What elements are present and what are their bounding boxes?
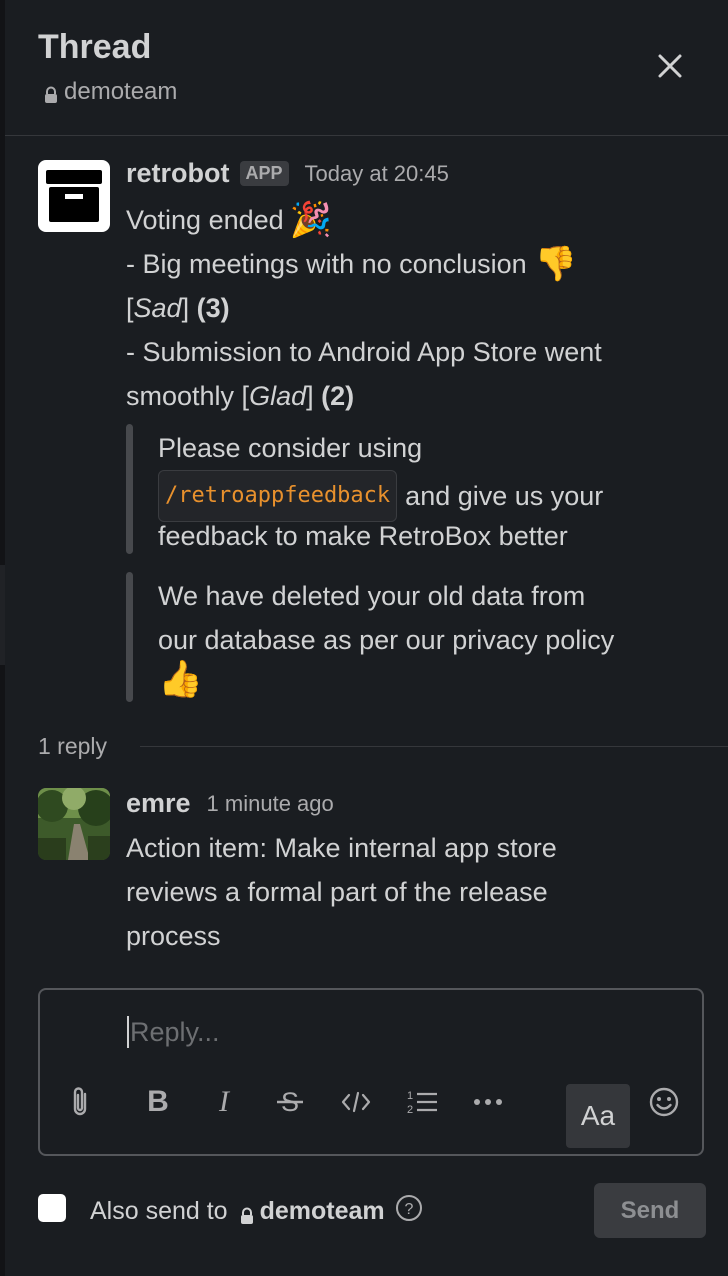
- message-line: - Big meetings with no conclusion 👎: [126, 242, 577, 286]
- vote-count: (3): [196, 293, 230, 323]
- bot-message-header: retrobot APP Today at 20:45: [126, 158, 449, 189]
- channel-name: demoteam: [64, 78, 178, 105]
- sidebar-edge-highlight: [0, 565, 5, 665]
- code-icon[interactable]: [336, 1082, 376, 1122]
- strikethrough-icon[interactable]: S: [270, 1082, 310, 1122]
- avatar[interactable]: [38, 788, 110, 860]
- archive-box-icon: [46, 170, 102, 222]
- lock-icon: [240, 1203, 254, 1224]
- message-line: Voting ended 🎉: [126, 198, 332, 242]
- timestamp[interactable]: Today at 20:45: [305, 161, 449, 187]
- svg-text:?: ?: [404, 1201, 413, 1218]
- message-line: [Sad] (3): [126, 293, 230, 323]
- page-title: Thread: [38, 28, 152, 66]
- svg-text:1: 1: [407, 1090, 413, 1102]
- paperclip-icon[interactable]: [60, 1082, 100, 1122]
- message-line: smoothly [Glad] (2): [126, 381, 355, 411]
- quote-bar: [126, 572, 133, 702]
- message-line: reviews a formal part of the release: [126, 877, 548, 907]
- also-send-channel: demoteam: [259, 1197, 385, 1225]
- channel-link[interactable]: demoteam: [44, 78, 177, 106]
- svg-text:2: 2: [407, 1104, 413, 1116]
- thumbs-up-icon: 👍: [158, 658, 203, 699]
- thread-header: Thread demoteam: [5, 0, 728, 136]
- quote-line: We have deleted your old data from: [158, 581, 586, 611]
- emoji-icon[interactable]: [644, 1082, 684, 1122]
- message-text: - Big meetings with no conclusion: [126, 249, 527, 279]
- vote-count: (2): [321, 381, 355, 411]
- message-text: Voting ended: [126, 205, 284, 235]
- send-button[interactable]: Send: [594, 1183, 706, 1238]
- thumbs-down-icon: 👎: [534, 245, 578, 283]
- timestamp[interactable]: 1 minute ago: [207, 791, 334, 817]
- divider: [140, 746, 728, 747]
- quote-line: Please consider using: [158, 433, 423, 463]
- also-send-label: Also send to demoteam ?: [90, 1194, 423, 1229]
- sentiment-tag: Sad: [133, 293, 182, 323]
- more-icon[interactable]: [468, 1082, 508, 1122]
- reply-input[interactable]: Reply...: [130, 1017, 220, 1048]
- bot-avatar[interactable]: [38, 160, 110, 232]
- quote-line: our database as per our privacy policy: [158, 625, 615, 655]
- quote-line: feedback to make RetroBox better: [158, 521, 568, 551]
- reply-composer[interactable]: Reply... B I S 12 Aa: [38, 988, 704, 1156]
- close-icon[interactable]: [650, 46, 690, 86]
- user-message-header: emre 1 minute ago: [126, 788, 334, 819]
- message-text: and give us your: [405, 481, 604, 511]
- reply-count: 1 reply: [38, 733, 108, 759]
- formatting-toggle-button[interactable]: Aa: [566, 1084, 630, 1148]
- help-icon[interactable]: ?: [395, 1194, 423, 1229]
- text-caret: [127, 1016, 129, 1048]
- forest-path-photo: [38, 788, 110, 860]
- italic-icon[interactable]: I: [204, 1082, 244, 1122]
- sentiment-tag: Glad: [249, 381, 307, 411]
- also-send-checkbox[interactable]: [38, 1194, 66, 1222]
- also-send-text: Also send to: [90, 1197, 228, 1225]
- message-text: smoothly: [126, 381, 235, 411]
- sender-name[interactable]: retrobot: [126, 158, 230, 189]
- quote-bar: [126, 424, 133, 554]
- message-line: Action item: Make internal app store: [126, 833, 557, 863]
- party-popper-icon: 🎉: [289, 201, 332, 239]
- bold-icon[interactable]: B: [138, 1082, 178, 1122]
- message-line: - Submission to Android App Store went: [126, 337, 602, 367]
- numbered-list-icon[interactable]: 12: [402, 1082, 442, 1122]
- app-badge: APP: [239, 161, 289, 186]
- lock-icon: [44, 83, 58, 103]
- sender-name[interactable]: emre: [126, 788, 191, 819]
- message-line: process: [126, 921, 221, 951]
